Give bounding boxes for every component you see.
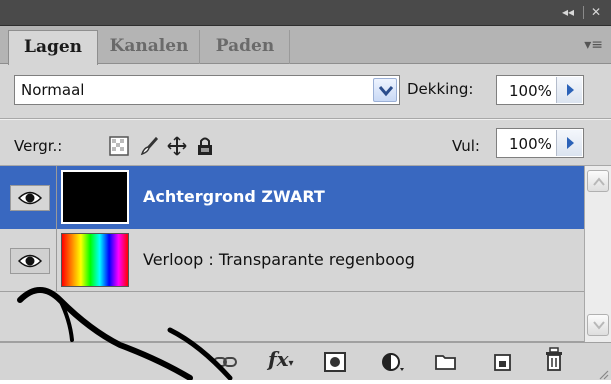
row-column-separator bbox=[56, 229, 57, 292]
layer-mask-icon[interactable] bbox=[322, 351, 348, 373]
tab-kanalen[interactable]: Kanalen bbox=[99, 30, 200, 64]
panel-footer: fx▾ bbox=[0, 342, 611, 380]
new-group-icon[interactable] bbox=[433, 351, 459, 373]
lock-label: Vergr.: bbox=[14, 137, 63, 155]
tab-strip: Lagen Kanalen Paden ▾≡ bbox=[0, 26, 611, 65]
panel-menu-icon[interactable]: ▾≡ bbox=[584, 37, 603, 53]
close-icon[interactable]: ✕ bbox=[591, 5, 601, 19]
chevron-down-icon[interactable] bbox=[373, 78, 397, 102]
fx-icon[interactable]: fx▾ bbox=[268, 347, 294, 371]
fill-value: 100% bbox=[509, 135, 552, 153]
layers-panel: ◂◂ ✕ Lagen Kanalen Paden ▾≡ Normaal Dekk… bbox=[0, 0, 611, 380]
empty-list-area bbox=[0, 292, 584, 342]
scroll-up-icon[interactable] bbox=[587, 170, 609, 192]
lock-image-pixels-icon[interactable] bbox=[139, 136, 159, 156]
new-layer-icon[interactable] bbox=[490, 351, 516, 373]
title-separator bbox=[583, 6, 584, 19]
opacity-field[interactable]: 100% bbox=[496, 75, 584, 105]
layer-row[interactable]: Achtergrond ZWART bbox=[0, 166, 584, 229]
row-column-separator bbox=[56, 166, 57, 229]
lock-all-icon[interactable] bbox=[195, 136, 215, 156]
panel-title-bar: ◂◂ ✕ bbox=[0, 0, 611, 26]
opacity-label: Dekking: bbox=[407, 80, 474, 98]
scroll-down-icon[interactable] bbox=[587, 314, 609, 336]
fill-field[interactable]: 100% bbox=[496, 128, 584, 158]
layers-scrollbar[interactable] bbox=[584, 166, 611, 342]
layer-name[interactable]: Achtergrond ZWART bbox=[143, 187, 325, 206]
visibility-eye-icon[interactable] bbox=[10, 185, 50, 211]
fill-label: Vul: bbox=[452, 137, 480, 155]
trash-icon[interactable] bbox=[541, 347, 567, 371]
layer-thumbnail bbox=[61, 233, 129, 287]
layer-thumbnail bbox=[61, 170, 129, 224]
fill-slider-arrow-icon[interactable] bbox=[556, 130, 582, 156]
layer-name[interactable]: Verloop : Transparante regenboog bbox=[143, 250, 415, 269]
blend-mode-select[interactable]: Normaal bbox=[14, 75, 400, 105]
visibility-eye-icon[interactable] bbox=[10, 248, 50, 274]
opacity-slider-arrow-icon[interactable] bbox=[556, 77, 582, 103]
link-layers-icon[interactable] bbox=[212, 351, 238, 373]
resize-grip-icon[interactable] bbox=[597, 366, 609, 380]
opacity-value: 100% bbox=[509, 82, 552, 100]
tab-lagen[interactable]: Lagen bbox=[8, 30, 98, 65]
lock-transparent-pixels-icon[interactable] bbox=[109, 136, 129, 156]
row-divider-highlight bbox=[0, 119, 611, 120]
layers-list: Achtergrond ZWART Verloop : Transparante… bbox=[0, 166, 584, 342]
adjustment-layer-icon[interactable] bbox=[380, 351, 406, 373]
layer-row[interactable]: Verloop : Transparante regenboog bbox=[0, 229, 584, 292]
lock-position-icon[interactable] bbox=[167, 136, 187, 156]
blend-mode-value: Normaal bbox=[21, 81, 85, 99]
tab-paden[interactable]: Paden bbox=[201, 30, 290, 64]
collapse-icon[interactable]: ◂◂ bbox=[562, 5, 574, 19]
